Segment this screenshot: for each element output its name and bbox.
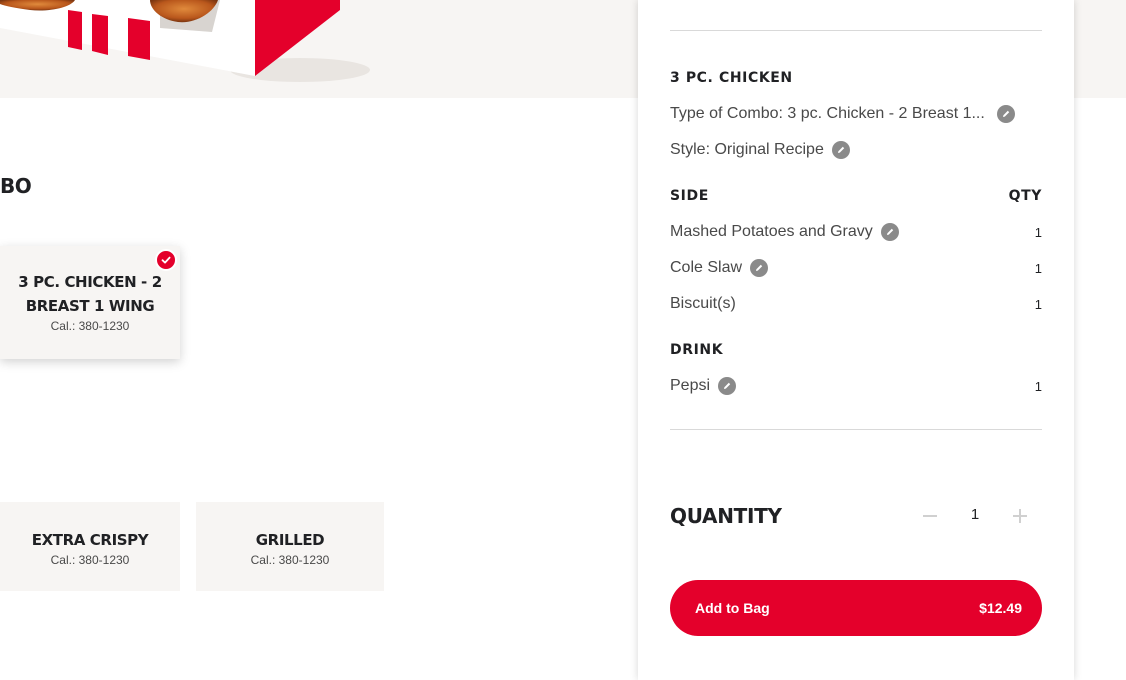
style-text: Style: Original Recipe (670, 141, 824, 158)
pencil-edit-icon[interactable] (718, 377, 737, 395)
drink-qty: 1 (1034, 379, 1042, 394)
side-header: SIDE (670, 188, 709, 204)
item-title: 3 PC. CHICKEN (670, 70, 793, 86)
pencil-edit-icon[interactable] (750, 259, 769, 277)
card-calories: Cal.: 380-1230 (50, 319, 130, 333)
add-to-bag-price: $12.49 (979, 600, 1022, 616)
section-heading: BO (0, 174, 32, 198)
drink-header: DRINK (670, 342, 724, 358)
style-line: Style: Original Recipe (670, 141, 850, 159)
qty-header: QTY (1008, 188, 1042, 204)
card-title: GRILLED (255, 531, 325, 549)
side-qty: 1 (1034, 261, 1042, 276)
pencil-edit-icon[interactable] (996, 105, 1015, 123)
side-name: Biscuit(s) (670, 295, 736, 312)
add-to-bag-label: Add to Bag (695, 600, 770, 616)
quantity-label: QUANTITY (670, 504, 782, 528)
plus-icon (1013, 509, 1027, 523)
summary-divider (670, 429, 1042, 430)
order-summary-panel (638, 0, 1074, 680)
chicken-box-image (0, 0, 370, 82)
combo-type-line: Type of Combo: 3 pc. Chicken - 2 Breast … (670, 105, 1015, 123)
minus-icon (923, 515, 937, 517)
card-title: EXTRA CRISPY (31, 531, 149, 549)
style-card-extra-crispy[interactable]: EXTRA CRISPY Cal.: 380-1230 (0, 502, 180, 591)
summary-divider (670, 30, 1042, 31)
selected-check-icon (155, 249, 177, 271)
combo-type-text: Type of Combo: 3 pc. Chicken - 2 Breast … (670, 105, 985, 122)
side-qty: 1 (1034, 225, 1042, 240)
side-item: Cole Slaw (670, 259, 769, 277)
style-card-grilled[interactable]: GRILLED Cal.: 380-1230 (196, 502, 384, 591)
combo-card-selected[interactable]: 3 PC. CHICKEN - 2 BREAST 1 WING Cal.: 38… (0, 246, 180, 359)
increase-quantity-button[interactable] (1008, 504, 1032, 528)
card-calories: Cal.: 380-1230 (50, 553, 130, 567)
pencil-edit-icon[interactable] (880, 223, 899, 241)
drink-item: Pepsi (670, 377, 737, 395)
drink-name: Pepsi (670, 377, 711, 394)
side-name: Mashed Potatoes and Gravy (670, 223, 873, 240)
side-item: Mashed Potatoes and Gravy (670, 223, 899, 241)
decrease-quantity-button[interactable] (918, 504, 942, 528)
quantity-value: 1 (970, 506, 980, 523)
add-to-bag-button[interactable]: Add to Bag $12.49 (670, 580, 1042, 636)
card-title: 3 PC. CHICKEN - 2 BREAST 1 WING (18, 273, 162, 315)
side-item: Biscuit(s) (670, 295, 736, 313)
pencil-edit-icon[interactable] (831, 141, 850, 159)
card-calories: Cal.: 380-1230 (250, 553, 330, 567)
side-qty: 1 (1034, 297, 1042, 312)
side-name: Cole Slaw (670, 259, 743, 276)
